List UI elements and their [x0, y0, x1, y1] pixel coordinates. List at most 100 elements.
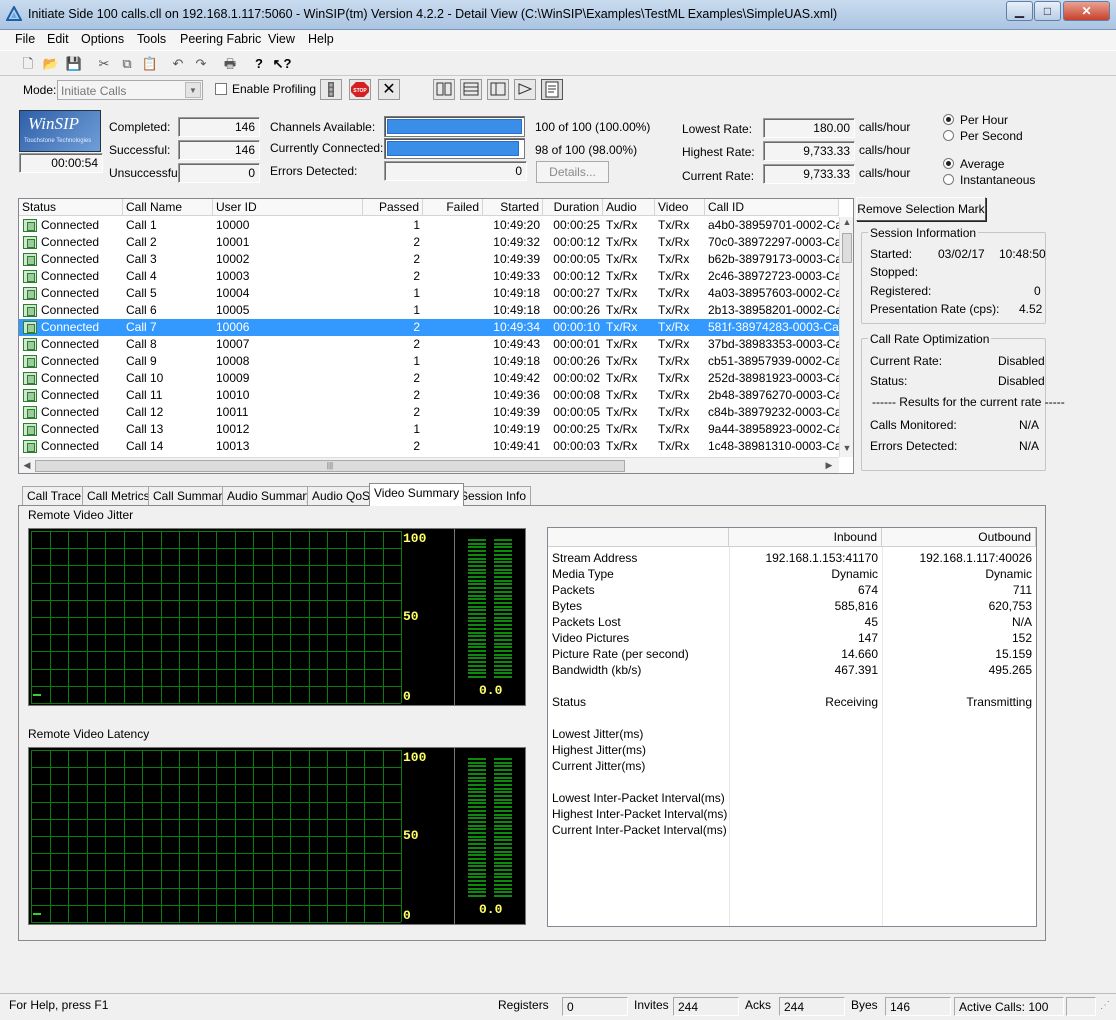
- tab-audio-qos[interactable]: Audio QoS: [307, 486, 376, 505]
- menu-options[interactable]: Options: [81, 32, 124, 46]
- column-header-started[interactable]: Started: [483, 199, 543, 216]
- scroll-up-icon[interactable]: ▲: [840, 217, 854, 227]
- print-icon[interactable]: 🖶: [220, 54, 240, 73]
- table-row[interactable]: Connected Call 2 10001 2 10:49:32 00:00:12 Tx/…: [19, 234, 839, 251]
- table-row[interactable]: Connected Call 14 10013 2 10:49:41 00:00:03 Tx…: [19, 438, 839, 455]
- cell-passed: 2: [413, 388, 420, 402]
- per-hour-radio[interactable]: [943, 114, 954, 125]
- table-row[interactable]: Connected Call 6 10005 1 10:49:18 00:00:26 Tx/…: [19, 302, 839, 319]
- table-row[interactable]: Connected Call 3 10002 2 10:49:39 00:00:05 Tx/…: [19, 251, 839, 268]
- cell-duration: 00:00:08: [553, 388, 600, 402]
- cut-icon[interactable]: ✂: [94, 54, 114, 73]
- stats-metric: Packets: [552, 583, 595, 597]
- maximize-button[interactable]: □: [1034, 1, 1061, 21]
- details-button[interactable]: Details...: [536, 161, 609, 183]
- column-header-call-name[interactable]: Call Name: [123, 199, 213, 216]
- meter-segment: [494, 861, 512, 864]
- average-radio[interactable]: [943, 158, 954, 169]
- tab-session-info[interactable]: Session Info: [455, 486, 532, 505]
- menu-file[interactable]: File: [15, 32, 35, 46]
- stats-header-inbound[interactable]: Inbound: [729, 528, 882, 547]
- column-header-user-id[interactable]: User ID: [213, 199, 363, 216]
- enable-profiling-label: Enable Profiling: [232, 82, 317, 96]
- table-row[interactable]: Connected Call 12 10011 2 10:49:39 00:00:05 Tx…: [19, 404, 839, 421]
- split-view-icon[interactable]: [433, 79, 455, 100]
- vertical-scroll-thumb[interactable]: [842, 233, 852, 263]
- paste-icon[interactable]: 📋: [140, 54, 160, 73]
- table-row[interactable]: Connected Call 10 10009 2 10:49:42 00:00:02 Tx…: [19, 370, 839, 387]
- tab-call-summary[interactable]: Call Summary: [148, 486, 234, 505]
- meter-segment: [468, 806, 486, 809]
- enable-profiling-checkbox[interactable]: [215, 83, 227, 95]
- stats-inbound-value: 14.660: [841, 647, 878, 661]
- copy-icon[interactable]: ⧉: [117, 54, 137, 73]
- column-header-audio[interactable]: Audio: [603, 199, 655, 216]
- call-rate-optimization-title: Call Rate Optimization: [868, 332, 992, 346]
- meter-segment: [468, 653, 486, 656]
- detail-view-icon[interactable]: [487, 79, 509, 100]
- cell-audio: Tx/Rx: [606, 303, 638, 317]
- menu-tools[interactable]: Tools: [137, 32, 166, 46]
- instantaneous-radio[interactable]: [943, 174, 954, 185]
- help-icon[interactable]: ?: [249, 54, 269, 73]
- resize-grip-icon[interactable]: ⋰: [1100, 1000, 1112, 1014]
- redo-icon[interactable]: ↷: [191, 54, 211, 73]
- stop-icon[interactable]: STOP: [349, 79, 371, 100]
- new-file-icon[interactable]: 🗋: [18, 54, 38, 73]
- tab-call-metrics[interactable]: Call Metrics: [82, 486, 155, 505]
- menu-help[interactable]: Help: [308, 32, 334, 46]
- remove-selection-mark-button[interactable]: Remove Selection Mark: [856, 197, 986, 221]
- column-header-duration[interactable]: Duration: [543, 199, 603, 216]
- grid-line: [31, 599, 401, 601]
- per-second-radio[interactable]: [943, 130, 954, 141]
- table-row[interactable]: Connected Call 11 10010 2 10:49:36 00:00:08 Tx…: [19, 387, 839, 404]
- currently-connected-fill: [387, 141, 520, 156]
- tab-call-trace[interactable]: Call Trace: [22, 486, 87, 505]
- horizontal-scroll-thumb[interactable]: |||: [35, 460, 625, 472]
- logo-text: WinSIP: [28, 114, 79, 133]
- cancel-x-icon[interactable]: ✕: [378, 79, 400, 100]
- table-row[interactable]: Connected Call 1 10000 1 10:49:20 00:00:25 Tx/…: [19, 217, 839, 234]
- table-row[interactable]: Connected Call 13 10012 1 10:49:19 00:00:25 Tx…: [19, 421, 839, 438]
- context-help-icon[interactable]: ↖?: [272, 54, 292, 73]
- trace-view-icon[interactable]: [514, 79, 536, 100]
- stats-header-outbound[interactable]: Outbound: [882, 528, 1036, 547]
- tab-audio-summary[interactable]: Audio Summary: [222, 486, 318, 505]
- undo-icon[interactable]: ↶: [168, 54, 188, 73]
- scroll-right-icon[interactable]: ▶: [823, 460, 835, 471]
- calls-grid[interactable]: Status Call Name User ID Passed Failed S…: [18, 198, 854, 474]
- minimize-button[interactable]: ▁: [1006, 1, 1033, 21]
- close-button[interactable]: ✕: [1063, 1, 1110, 21]
- table-row[interactable]: Connected Call 7 10006 2 10:49:34 00:00:10 Tx/…: [19, 319, 839, 336]
- video-stats-table[interactable]: Inbound Outbound Stream Address 192.168.1…: [547, 527, 1037, 927]
- tab-video-summary[interactable]: Video Summary: [369, 483, 465, 506]
- traffic-light-icon[interactable]: [320, 79, 342, 100]
- chevron-down-icon[interactable]: ▼: [185, 82, 201, 98]
- scroll-left-icon[interactable]: ◀: [21, 460, 33, 471]
- table-row[interactable]: Connected Call 5 10004 1 10:49:18 00:00:27 Tx/…: [19, 285, 839, 302]
- vertical-scrollbar[interactable]: ▲ ▼: [839, 217, 853, 457]
- open-folder-icon[interactable]: 📂: [41, 54, 61, 73]
- meter-segment: [494, 832, 512, 834]
- horizontal-scrollbar[interactable]: ◀ ||| ▶: [19, 457, 839, 473]
- list-view-icon[interactable]: [460, 79, 482, 100]
- cell-call-name: Call 3: [126, 252, 157, 266]
- column-header-failed[interactable]: Failed: [423, 199, 483, 216]
- column-header-video[interactable]: Video: [655, 199, 705, 216]
- column-header-status[interactable]: Status: [19, 199, 123, 216]
- menu-view[interactable]: View: [268, 32, 295, 46]
- mode-select[interactable]: Initiate Calls ▼: [57, 80, 203, 100]
- save-icon[interactable]: 💾: [64, 54, 84, 73]
- menu-edit[interactable]: Edit: [47, 32, 69, 46]
- column-header-call-id[interactable]: Call ID: [705, 199, 839, 216]
- report-view-icon[interactable]: [541, 79, 563, 100]
- meter-segment: [468, 828, 486, 831]
- table-row[interactable]: Connected Call 9 10008 1 10:49:18 00:00:26 Tx/…: [19, 353, 839, 370]
- highest-rate-unit: calls/hour: [859, 143, 911, 157]
- scroll-down-icon[interactable]: ▼: [840, 443, 854, 453]
- column-header-passed[interactable]: Passed: [363, 199, 423, 216]
- menu-peering-fabric[interactable]: Peering Fabric: [180, 32, 261, 46]
- table-row[interactable]: Connected Call 8 10007 2 10:49:43 00:00:01 Tx/…: [19, 336, 839, 353]
- table-row[interactable]: Connected Call 4 10003 2 10:49:33 00:00:12 Tx/…: [19, 268, 839, 285]
- successful-label: Successful:: [109, 143, 171, 157]
